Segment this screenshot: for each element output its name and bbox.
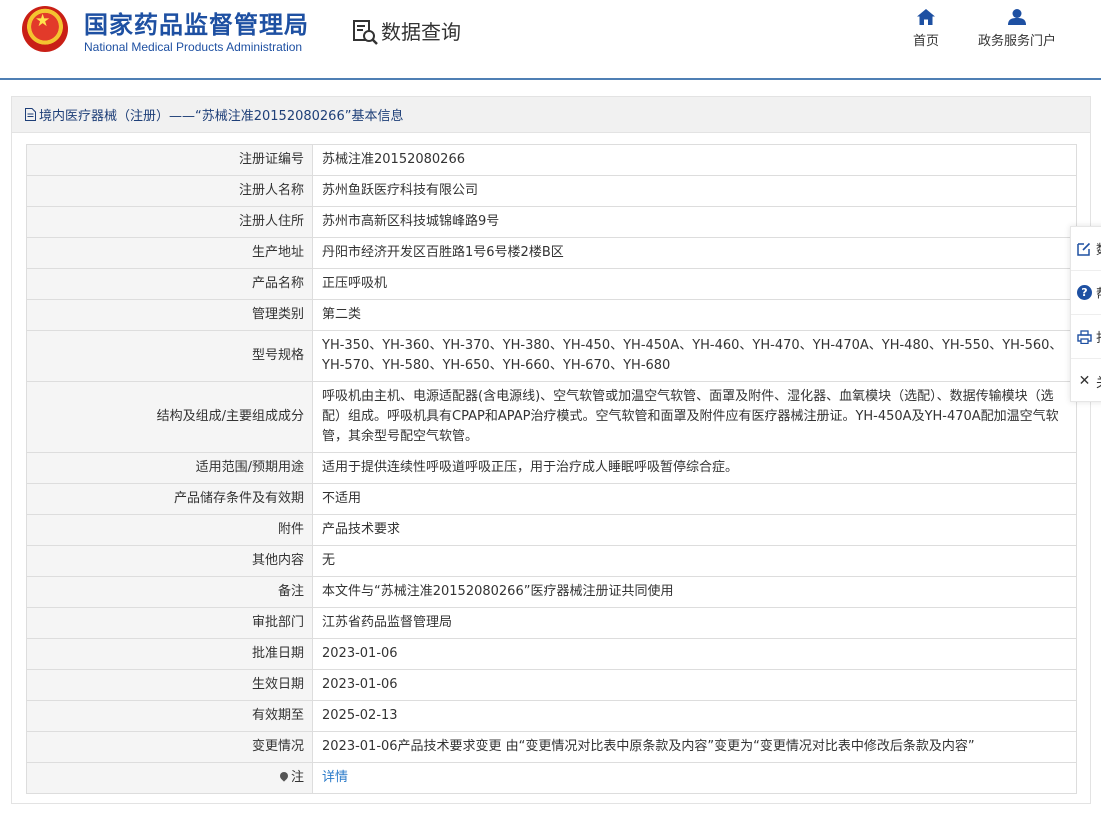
table-row: 备注 本文件与“苏械注准20152080266”医疗器械注册证共同使用: [26, 576, 1077, 608]
float-close-label: 关: [1096, 372, 1101, 391]
row-value: 无: [312, 545, 1077, 577]
row-value: 苏械注准20152080266: [312, 144, 1077, 176]
row-value: 呼吸机由主机、电源适配器(含电源线)、空气软管或加温空气软管、面罩及附件、湿化器…: [312, 381, 1077, 453]
row-value-note: 详情: [312, 762, 1077, 794]
table-row: 适用范围/预期用途 适用于提供连续性呼吸道呼吸正压，用于治疗成人睡眠呼吸暂停综合症…: [26, 452, 1077, 484]
table-row: 管理类别 第二类: [26, 299, 1077, 331]
user-icon: [1008, 9, 1026, 25]
table-row: 型号规格 YH-350、YH-360、YH-370、YH-380、YH-450、Y…: [26, 330, 1077, 382]
table-row: 生效日期 2023-01-06: [26, 669, 1077, 701]
table-row: 其他内容无: [26, 545, 1077, 577]
table-row: 批准日期 2023-01-06: [26, 638, 1077, 670]
row-label: 变更情况: [26, 731, 313, 763]
nav-home-label: 首页: [912, 34, 939, 49]
table-row: 注册人住所 苏州市高新区科技城锦峰路9号: [26, 206, 1077, 238]
table-row: 结构及组成/主要组成成分 呼吸机由主机、电源适配器(含电源线)、空气软管或加温空气…: [26, 381, 1077, 453]
row-label: 其他内容: [26, 545, 313, 577]
close-icon: ✕: [1078, 373, 1091, 389]
row-label: 审批部门: [26, 607, 313, 639]
row-value: 本文件与“苏械注准20152080266”医疗器械注册证共同使用: [312, 576, 1077, 608]
nav-gov-label: 政务服务门户: [977, 34, 1056, 49]
row-label: 注册人住所: [26, 206, 313, 238]
row-value: 2023-01-06产品技术要求变更 由“变更情况对比表中原条款及内容”变更为“…: [312, 731, 1077, 763]
row-value: 不适用: [312, 483, 1077, 515]
table-row: 产品储存条件及有效期 不适用: [26, 483, 1077, 515]
table-row: 产品名称 正压呼吸机: [26, 268, 1077, 300]
detail-link[interactable]: 详情: [322, 770, 348, 785]
row-label: 附件: [26, 514, 313, 546]
float-close-button[interactable]: ✕ 关: [1071, 359, 1101, 403]
row-value: 2025-02-13: [312, 700, 1077, 732]
row-label: 有效期至: [26, 700, 313, 732]
row-label: 批准日期: [26, 638, 313, 670]
row-label: 生效日期: [26, 669, 313, 701]
org-name-cn[interactable]: 国家药品监督管理局: [84, 5, 309, 40]
edit-icon: [1077, 241, 1092, 257]
float-print-button[interactable]: 打: [1071, 315, 1101, 359]
row-value: 苏州市高新区科技城锦峰路9号: [312, 206, 1077, 238]
row-value: 2023-01-06: [312, 669, 1077, 701]
row-label: 注册人名称: [26, 175, 313, 207]
row-label: 注册证编号: [26, 144, 313, 176]
table-row: 审批部门 江苏省药品监督管理局: [26, 607, 1077, 639]
note-label: 注: [290, 770, 304, 785]
row-value: 产品技术要求: [312, 514, 1077, 546]
row-value: 2023-01-06: [312, 638, 1077, 670]
row-label: 生产地址: [26, 237, 313, 269]
floating-toolbar: 数 ? 帮 打 ✕ 关: [1070, 226, 1101, 402]
row-label-note: 注: [26, 762, 313, 794]
pin-icon: [278, 770, 290, 782]
table-row: 生产地址 丹阳市经济开发区百胜路1号6号楼2楼B区: [26, 237, 1077, 269]
document-icon: [25, 108, 36, 121]
float-feedback-label: 数: [1096, 239, 1101, 258]
row-value: 适用于提供连续性呼吸道呼吸正压，用于治疗成人睡眠呼吸暂停综合症。: [312, 452, 1077, 484]
table-row-note: 注 详情: [26, 762, 1077, 794]
row-value: 江苏省药品监督管理局: [312, 607, 1077, 639]
row-label: 备注: [26, 576, 313, 608]
row-value: 苏州鱼跃医疗科技有限公司: [312, 175, 1077, 207]
row-label: 产品名称: [26, 268, 313, 300]
float-help-label: 帮: [1096, 283, 1101, 302]
help-icon: ?: [1077, 285, 1092, 301]
device-info-table: 注册证编号 苏械注准20152080266 注册人名称 苏州鱼跃医疗科技有限公司 注册人…: [26, 144, 1077, 794]
home-icon: [917, 9, 935, 25]
panel-header: 境内医疗器械（注册）——“苏械注准20152080266”基本信息: [12, 97, 1090, 133]
float-feedback-button[interactable]: 数: [1071, 227, 1101, 271]
detail-panel: 境内医疗器械（注册）——“苏械注准20152080266”基本信息 注册证编号苏…: [11, 96, 1091, 804]
org-name-en[interactable]: National Medical Products Administration: [84, 40, 302, 54]
row-value: YH-350、YH-360、YH-370、YH-380、YH-450、YH-45…: [312, 330, 1077, 382]
nav-gov-service-portal[interactable]: 政务服务门户: [973, 9, 1061, 49]
table-row: 注册人名称 苏州鱼跃医疗科技有限公司: [26, 175, 1077, 207]
table-row: 注册证编号 苏械注准20152080266: [26, 144, 1077, 176]
site-header: ★ 国家药品监督管理局 National Medical Products Ad…: [0, 0, 1101, 80]
row-label: 结构及组成/主要组成成分: [26, 381, 313, 453]
national-emblem-icon: ★: [22, 6, 68, 52]
row-value: 第二类: [312, 299, 1077, 331]
section-title: 数据查询: [381, 20, 461, 44]
row-label: 型号规格: [26, 330, 313, 382]
table-row: 有效期至 2025-02-13: [26, 700, 1077, 732]
row-value: 正压呼吸机: [312, 268, 1077, 300]
row-label: 适用范围/预期用途: [26, 452, 313, 484]
row-label: 管理类别: [26, 299, 313, 331]
row-label: 产品储存条件及有效期: [26, 483, 313, 515]
table-row: 变更情况 2023-01-06产品技术要求变更 由“变更情况对比表中原条款及内容”…: [26, 731, 1077, 763]
row-value: 丹阳市经济开发区百胜路1号6号楼2楼B区: [312, 237, 1077, 269]
data-query-icon: [353, 20, 378, 45]
nav-home[interactable]: 首页: [906, 9, 946, 49]
float-print-label: 打: [1096, 327, 1101, 346]
panel-title: 境内医疗器械（注册）——“苏械注准20152080266”基本信息: [39, 109, 404, 124]
float-help-button[interactable]: ? 帮: [1071, 271, 1101, 315]
print-icon: [1077, 329, 1092, 345]
table-row: 附件 产品技术要求: [26, 514, 1077, 546]
